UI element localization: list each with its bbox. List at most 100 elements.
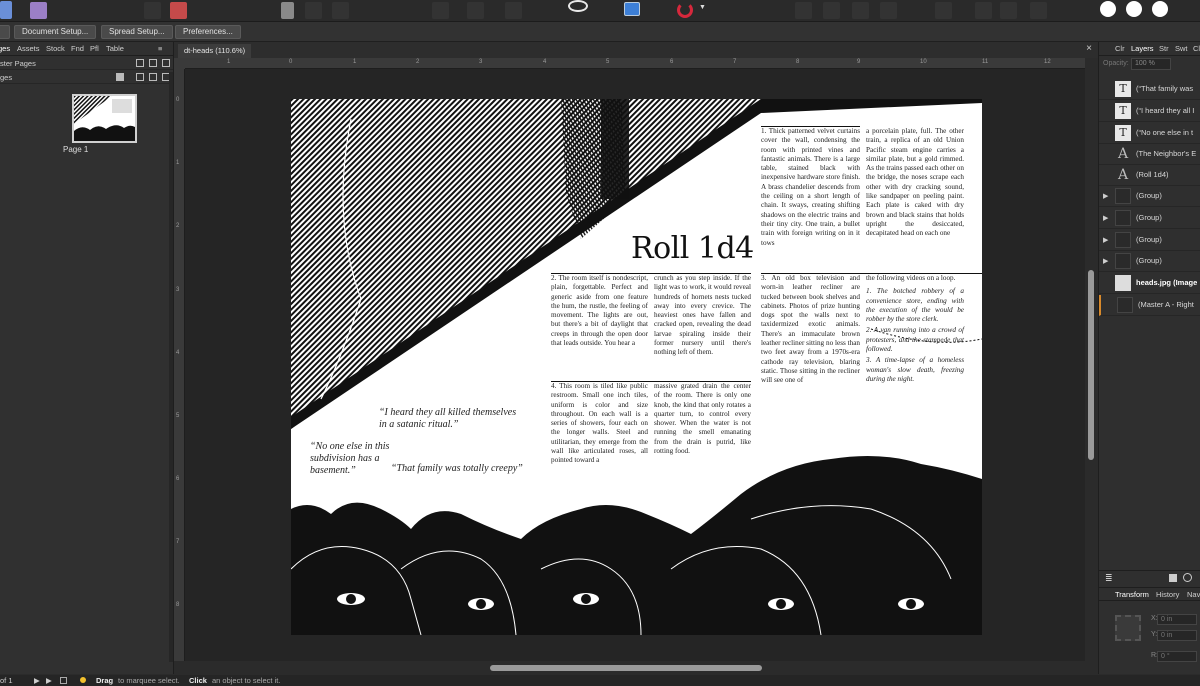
tab-preflight[interactable]: Pfl: [90, 44, 99, 53]
text-column: massive grated drain the center of the r…: [654, 382, 751, 456]
text-column: a porcelain plate, full. The other train…: [866, 127, 964, 238]
adjustment-icon[interactable]: [1183, 573, 1192, 582]
spread-icon[interactable]: [116, 73, 124, 81]
page-menu-icon[interactable]: [60, 677, 67, 684]
toolbar-dim-icon[interactable]: [823, 2, 840, 19]
page-thumbnail-label: Page 1: [63, 145, 89, 154]
layer-name: (Group): [1136, 235, 1162, 244]
group-thumbnail: [1115, 253, 1131, 269]
layers-stack-icon[interactable]: ≣: [1105, 573, 1113, 584]
toolbar-dim-icon[interactable]: [1000, 2, 1017, 19]
snapping-magnet-icon[interactable]: [677, 2, 693, 18]
layer-row[interactable]: T (“No one else in t: [1099, 123, 1200, 144]
page-icon[interactable]: [281, 2, 294, 19]
transform-r-field[interactable]: 0 °: [1157, 651, 1197, 662]
tab-navigator[interactable]: Navi: [1187, 590, 1200, 599]
tab-swatches[interactable]: Swt: [1175, 44, 1188, 53]
ruler-origin[interactable]: [174, 58, 185, 69]
tab-assets[interactable]: Assets: [17, 44, 40, 53]
spread-setup-button[interactable]: Spread Setup...: [101, 25, 173, 39]
layer-row[interactable]: T (“That family was: [1099, 79, 1200, 100]
expand-arrow-icon[interactable]: ▶: [1103, 192, 1108, 200]
toolbar-dim-icon[interactable]: [935, 2, 952, 19]
layer-row[interactable]: A (The Neighbor's E: [1099, 144, 1200, 165]
toolbar-dim-icon[interactable]: [1030, 2, 1047, 19]
tab-history[interactable]: History: [1156, 590, 1179, 599]
toolbar-dim-icon[interactable]: [144, 2, 161, 19]
anchor-point-icon[interactable]: [1115, 615, 1141, 641]
toolbar-dim-icon[interactable]: [332, 2, 349, 19]
toolbar-dim-icon[interactable]: [795, 2, 812, 19]
layer-row[interactable]: ▶ (Group): [1099, 186, 1200, 207]
add-master-icon[interactable]: [136, 59, 144, 67]
horizontal-ruler[interactable]: 1 0 1 2 3 4 5 6 7 8 9 10 11 12: [185, 58, 1085, 69]
layer-row[interactable]: (Master A - Right: [1099, 295, 1200, 316]
tab-color[interactable]: Clr: [1115, 44, 1125, 53]
delete-master-icon[interactable]: [162, 59, 170, 67]
toolbar-dim-icon[interactable]: [305, 2, 322, 19]
toolbar-dim-icon[interactable]: [880, 2, 897, 19]
text-column: 1. Thick patterned velvet curtains cover…: [761, 127, 860, 247]
tab-layers[interactable]: Layers: [1131, 44, 1154, 53]
snapping-manager-icon[interactable]: [1126, 1, 1142, 17]
preview-mode-icon[interactable]: [568, 0, 588, 12]
document-setup-button[interactable]: Document Setup...: [14, 25, 97, 39]
tab-table[interactable]: Table: [106, 44, 124, 53]
next-page-icon[interactable]: ▶: [46, 676, 52, 685]
photo-persona-icon[interactable]: [30, 2, 47, 19]
toolbar-dim-icon[interactable]: [852, 2, 869, 19]
document-tab[interactable]: dt-heads (110.6%): [178, 44, 252, 58]
opacity-field[interactable]: 100 %: [1131, 58, 1171, 70]
layer-row[interactable]: ▶ (Group): [1099, 230, 1200, 251]
page-thumbnail[interactable]: [72, 94, 137, 143]
tab-find[interactable]: Fnd: [71, 44, 84, 53]
context-button-partial[interactable]: [0, 25, 10, 39]
ruler-tick: 7: [176, 539, 180, 545]
page-spread[interactable]: Roll 1d4 1. Thick patterned velvet curta…: [291, 99, 982, 635]
transform-x-field[interactable]: 0 in: [1157, 614, 1197, 625]
expand-arrow-icon[interactable]: ▶: [1103, 257, 1108, 265]
close-icon[interactable]: ×: [1086, 43, 1092, 54]
mask-icon[interactable]: [1169, 574, 1177, 582]
layer-name: (Group): [1136, 213, 1162, 222]
tab-stroke[interactable]: Str: [1159, 44, 1169, 53]
panel-menu-icon[interactable]: ≡: [158, 44, 162, 53]
layer-row[interactable]: T (“I heard they all I: [1099, 101, 1200, 122]
layer-name: (Group): [1136, 191, 1162, 200]
toolbar-dim-icon[interactable]: [505, 2, 522, 19]
layer-row[interactable]: ▶ (Group): [1099, 208, 1200, 229]
tab-character[interactable]: Cl: [1193, 44, 1200, 53]
layer-name: (Master A - Right: [1138, 300, 1194, 309]
vertical-ruler[interactable]: 0 1 2 3 4 5 6 7 8: [174, 69, 185, 661]
assistant-icon[interactable]: [1100, 1, 1116, 17]
hint-text: an object to select it.: [212, 676, 281, 685]
master-pages-section[interactable]: ster Pages: [0, 56, 173, 70]
play-icon[interactable]: ▶: [34, 676, 40, 685]
expand-arrow-icon[interactable]: ▶: [1103, 214, 1108, 222]
horizontal-scrollbar[interactable]: [490, 665, 762, 671]
tab-pages[interactable]: ges: [0, 44, 10, 53]
toolbar-dim-icon[interactable]: [467, 2, 484, 19]
quote-satanic-ritual: “I heard they all killed themselves in a…: [379, 407, 517, 430]
add-page-icon[interactable]: [136, 73, 144, 81]
preferences-button[interactable]: Preferences...: [175, 25, 241, 39]
tab-stock[interactable]: Stock: [46, 44, 65, 53]
duplicate-master-icon[interactable]: [149, 59, 157, 67]
vertical-scrollbar[interactable]: [1088, 270, 1094, 460]
tab-transform[interactable]: Transform: [1115, 590, 1149, 599]
layer-row[interactable]: ▶ (Group): [1099, 251, 1200, 272]
toolbar-dim-icon[interactable]: [432, 2, 449, 19]
publisher-persona-icon[interactable]: [170, 2, 187, 19]
expand-arrow-icon[interactable]: ▶: [1103, 236, 1108, 244]
transform-y-field[interactable]: 0 in: [1157, 630, 1197, 641]
view-mode-icon[interactable]: [624, 2, 640, 16]
layer-row[interactable]: A (Roll 1d4): [1099, 165, 1200, 186]
arrange-icon[interactable]: [1152, 1, 1168, 17]
designer-persona-icon[interactable]: [0, 1, 12, 19]
layer-row[interactable]: heads.jpg (Image: [1099, 273, 1200, 294]
toolbar-dim-icon[interactable]: [975, 2, 992, 19]
duplicate-page-icon[interactable]: [149, 73, 157, 81]
chevron-down-icon[interactable]: ▼: [699, 4, 706, 11]
left-panel-scrollbar[interactable]: [169, 72, 173, 662]
pages-section[interactable]: ges: [0, 70, 173, 84]
